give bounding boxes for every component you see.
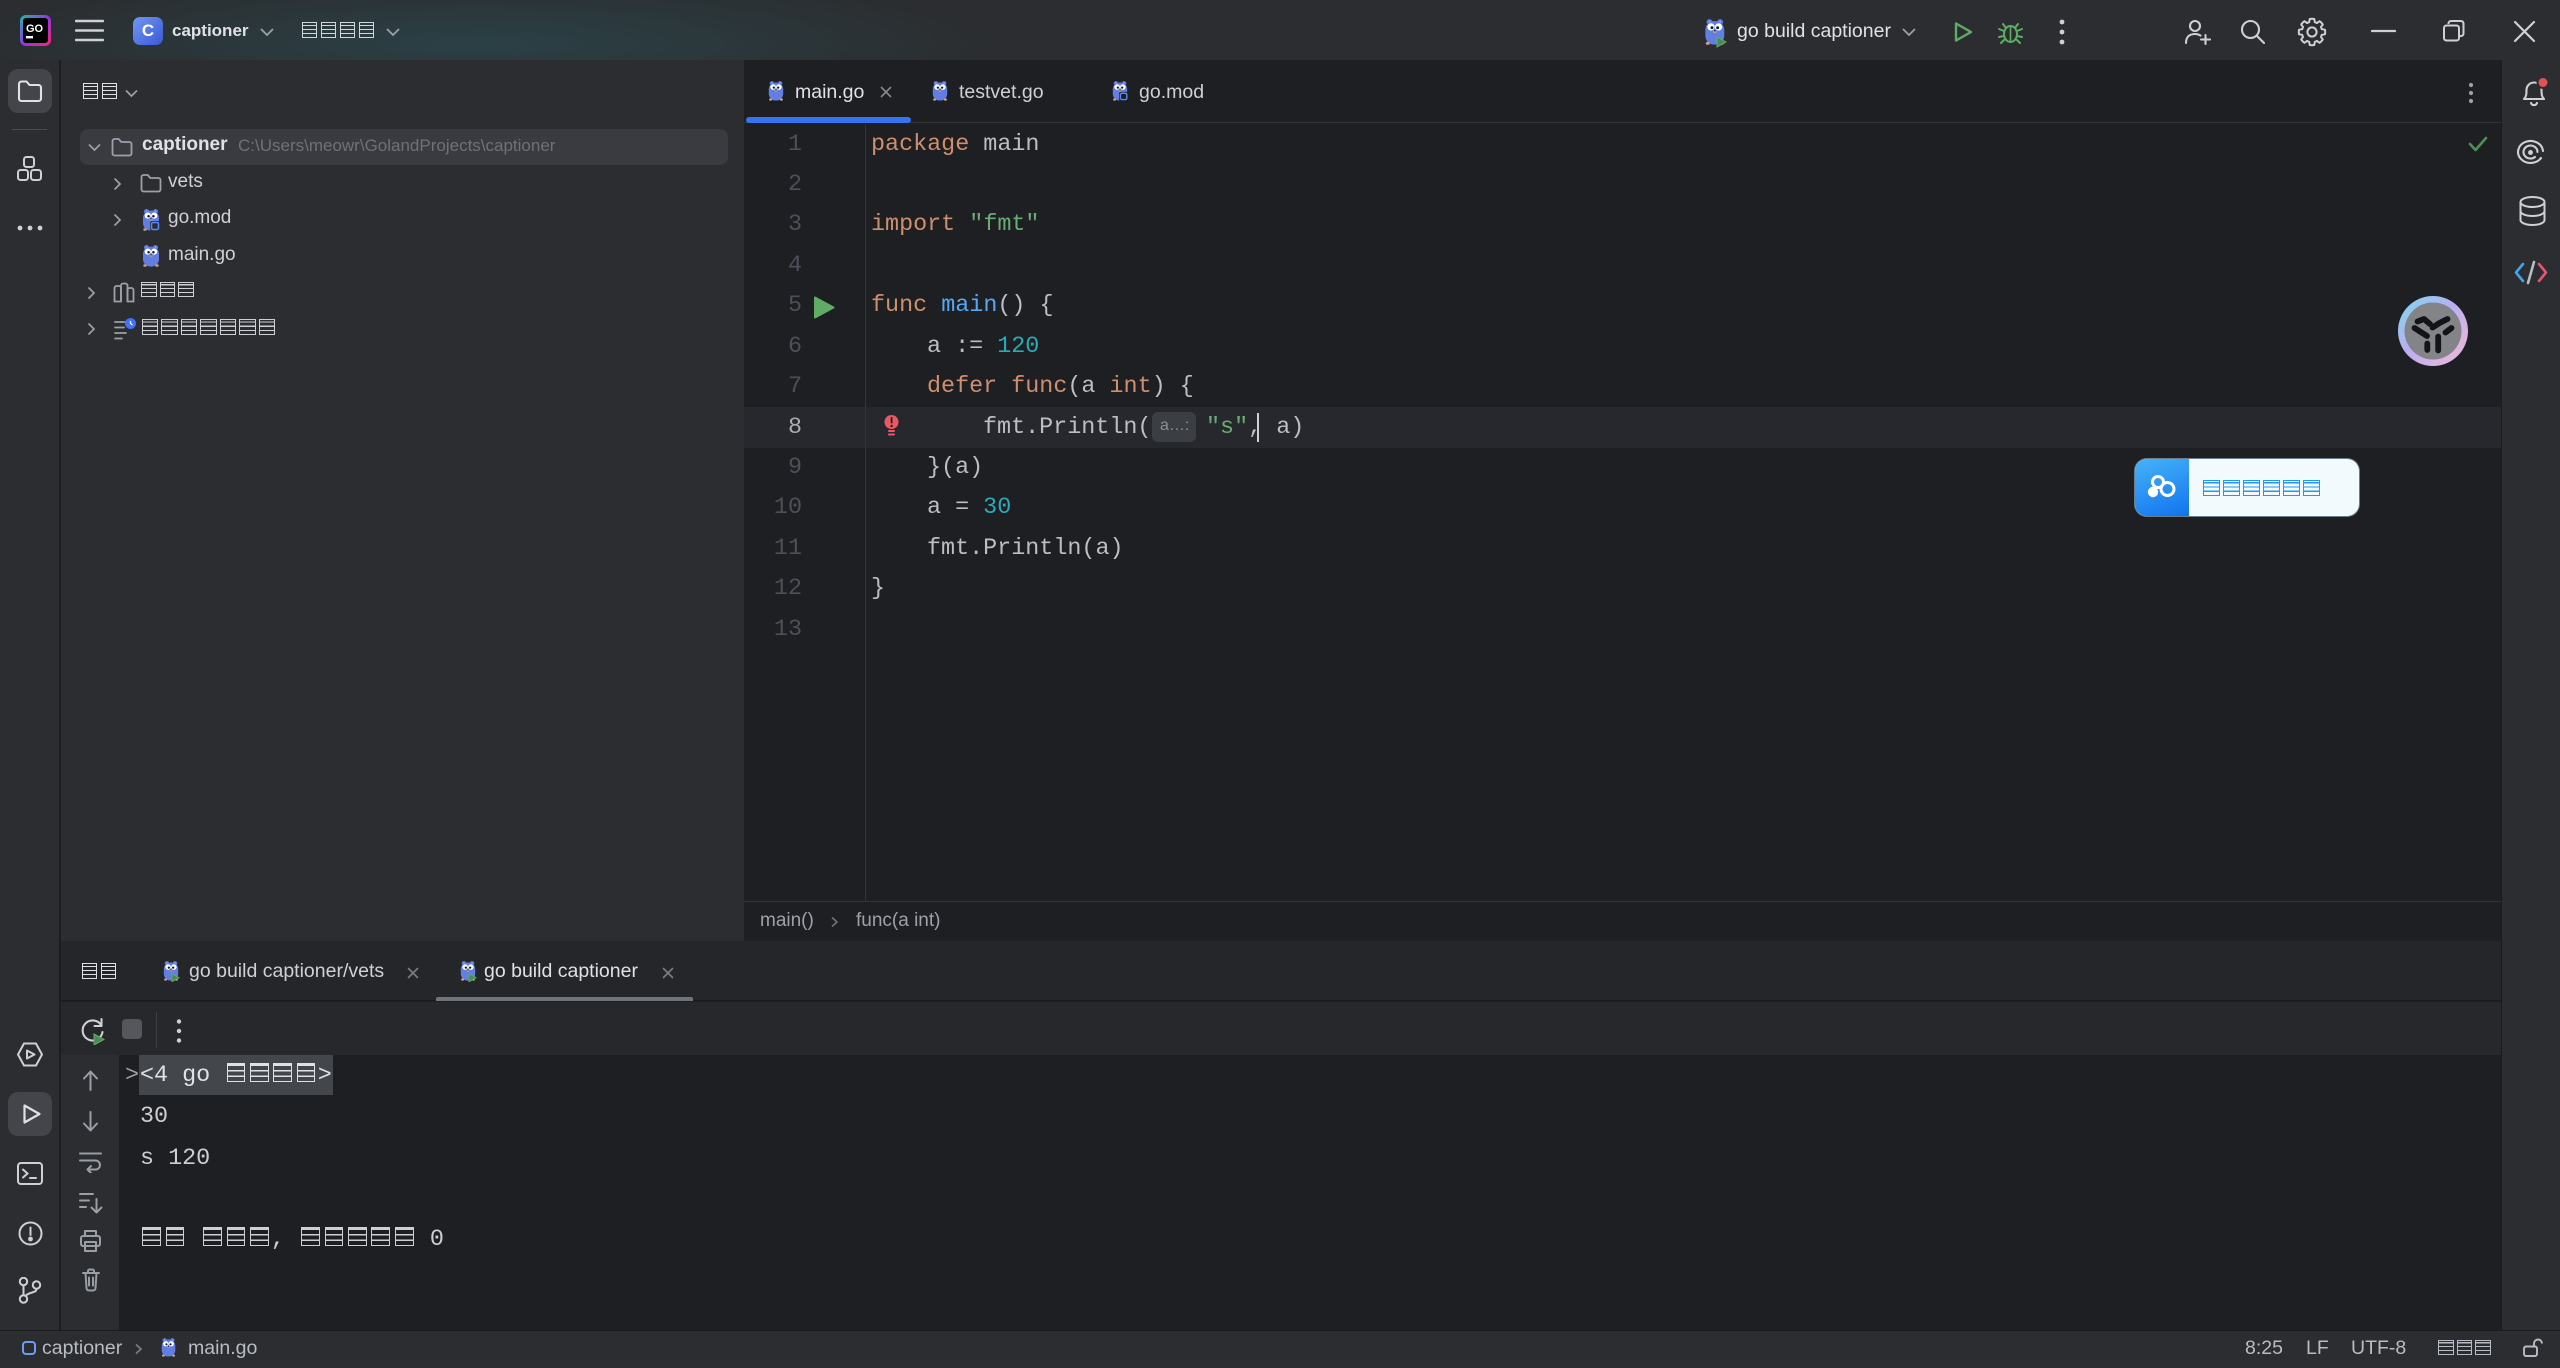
svg-text:GO: GO bbox=[26, 23, 44, 35]
